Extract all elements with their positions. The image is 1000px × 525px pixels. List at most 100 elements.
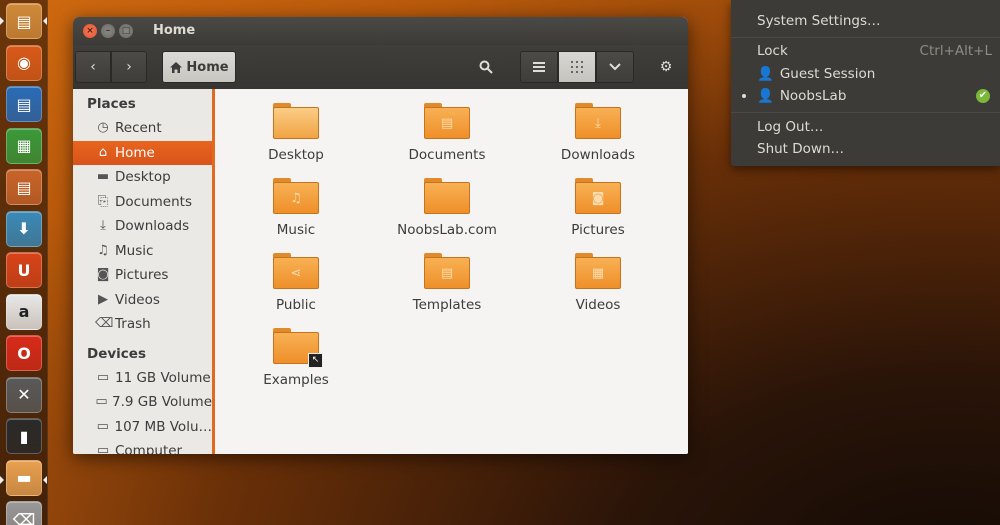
sidebar-item-label: Home <box>115 144 155 161</box>
file-label: Pictures <box>571 222 625 238</box>
opera-launcher[interactable]: O <box>6 335 42 371</box>
file-item-downloads[interactable]: ⤓ Downloads <box>533 103 663 163</box>
software-center-launcher[interactable]: ⬇ <box>6 210 42 247</box>
file-item-music[interactable]: ♫ Music <box>231 178 361 238</box>
folder-icon <box>424 178 470 214</box>
maximize-button[interactable]: □ <box>119 24 133 38</box>
system-settings-menu-item[interactable]: System Settings… <box>757 10 881 32</box>
sidebar: Places ◷ Recent ⌂ Home ▬ Desktop ⎘ Documents ⤓ Do… <box>73 89 215 454</box>
sidebar-item-label: Videos <box>115 291 160 308</box>
calc-launcher[interactable]: ▦ <box>6 127 42 164</box>
sidebar-item-trash[interactable]: ⌫ Trash <box>73 312 212 337</box>
close-button[interactable]: × <box>83 24 97 38</box>
folder-icon: ◙ <box>575 178 621 214</box>
sidebar-item-label: Documents <box>115 193 192 210</box>
drive-icon: ▭ <box>95 394 108 409</box>
writer-launcher[interactable]: ▤ <box>6 86 42 122</box>
folder-icon: ↖ <box>273 328 323 368</box>
file-label: NoobsLab.com <box>397 222 497 238</box>
file-label: Documents <box>408 147 486 163</box>
terminal-launcher[interactable]: ▮ <box>6 418 42 454</box>
folder-glyph: ◙ <box>575 182 621 214</box>
log-out-menu-item[interactable]: Log Out… <box>757 116 823 138</box>
folder-glyph: ▤ <box>424 107 470 139</box>
back-button[interactable]: ‹ <box>75 51 111 83</box>
file-manager-window: × – □ Home ‹ › Home ⚙ Places ◷ Recent ⌂ Hom… <box>73 17 688 454</box>
sidebar-item-music[interactable]: ♫ Music <box>73 239 212 264</box>
home-icon: ⌂ <box>98 144 108 160</box>
user-icon: 👤 <box>757 88 774 104</box>
folder-glyph: ♫ <box>273 182 319 214</box>
shut-down-menu-item[interactable]: Shut Down… <box>757 138 844 160</box>
sidebar-item-label: Pictures <box>115 267 169 283</box>
file-item-pictures[interactable]: ◙ Pictures <box>533 178 663 238</box>
sidebar-item-pictures[interactable]: ◙ Pictures <box>73 263 212 288</box>
current-user-indicator <box>742 94 746 98</box>
sidebar-item-7-9-gb-volume[interactable]: ▭ 7.9 GB Volume <box>73 390 212 415</box>
sidebar-item-computer[interactable]: ▭ Computer <box>73 439 212 454</box>
folder-icon: ♫ <box>273 178 319 214</box>
chevron-down-icon <box>609 63 621 71</box>
title-bar[interactable]: × – □ Home <box>73 17 688 45</box>
sidebar-item-videos[interactable]: ▶ Videos <box>73 288 212 313</box>
home-folder-launcher[interactable]: ▬ <box>6 459 42 496</box>
folder-icon: ⤓ <box>575 103 621 139</box>
trash-icon: ⌫ <box>95 316 114 331</box>
file-item-noobslab-com[interactable]: NoobsLab.com <box>382 178 512 238</box>
search-button[interactable] <box>469 51 503 83</box>
path-bar-home-button[interactable]: Home <box>162 51 236 83</box>
folder-glyph: ⋖ <box>273 257 319 289</box>
lock-shortcut: Ctrl+Alt+L <box>919 43 992 59</box>
sidebar-item-recent[interactable]: ◷ Recent <box>73 116 212 141</box>
download-icon: ⤓ <box>100 218 106 233</box>
ubuntu-one-launcher[interactable]: U <box>6 252 42 288</box>
sidebar-item-desktop[interactable]: ▬ Desktop <box>73 165 212 190</box>
minimize-button[interactable]: – <box>101 24 115 38</box>
search-icon <box>479 60 493 74</box>
guest-session-menu-item[interactable]: 👤 Guest Session <box>757 63 875 85</box>
current-user-label: NoobsLab <box>779 88 847 104</box>
focused-indicator <box>43 17 47 25</box>
session-indicator-menu: System Settings… Lock Ctrl+Alt+L 👤 Guest … <box>731 0 1000 166</box>
trash-launcher[interactable]: ⌫ <box>6 501 42 525</box>
firefox-launcher[interactable]: ◉ <box>6 44 42 81</box>
file-label: Examples <box>263 372 329 388</box>
grid-view-button[interactable] <box>558 51 596 83</box>
system-tools-launcher[interactable]: ✕ <box>6 376 42 413</box>
home-icon <box>170 61 183 73</box>
impress-launcher[interactable]: ▤ <box>6 169 42 205</box>
sidebar-item-documents[interactable]: ⎘ Documents <box>73 190 212 215</box>
symlink-emblem-icon: ↖ <box>308 353 323 368</box>
sidebar-item-downloads[interactable]: ⤓ Downloads <box>73 214 212 239</box>
sidebar-item-label: Recent <box>115 120 162 136</box>
places-list: ◷ Recent ⌂ Home ▬ Desktop ⎘ Documents ⤓ Downloads… <box>73 116 212 337</box>
file-item-examples[interactable]: ↖ Examples <box>231 328 361 388</box>
computer-icon: ▭ <box>96 443 110 454</box>
files-launcher[interactable]: ▤ <box>6 3 42 39</box>
view-options-dropdown[interactable] <box>596 51 634 83</box>
file-item-public[interactable]: ⋖ Public <box>231 253 361 313</box>
list-view-button[interactable] <box>520 51 558 83</box>
list-icon <box>533 62 545 72</box>
toolbar: ‹ › Home ⚙ <box>73 45 688 89</box>
amazon-launcher[interactable]: a <box>6 293 42 330</box>
file-label: Videos <box>575 297 621 313</box>
file-item-templates[interactable]: ▤ Templates <box>382 253 512 313</box>
file-item-videos[interactable]: ▦ Videos <box>533 253 663 313</box>
file-item-desktop[interactable]: Desktop <box>231 103 361 163</box>
folder-glyph: ▤ <box>424 257 470 289</box>
sidebar-item-11-gb-volume[interactable]: ▭ 11 GB Volume <box>73 366 212 391</box>
settings-button[interactable]: ⚙ <box>649 51 683 83</box>
sidebar-item-home[interactable]: ⌂ Home <box>73 140 212 165</box>
launcher: ▤ ◉ ▤ ▦ ▤ ⬇ Ua O ✕ ▮ ▬ ⌫ <box>0 0 48 525</box>
music-icon: ♫ <box>97 242 109 258</box>
forward-button[interactable]: › <box>111 51 147 83</box>
desktop-icon: ▬ <box>96 169 110 184</box>
current-user-menu-item[interactable]: 👤 NoobsLab <box>757 85 846 107</box>
sidebar-item-label: Desktop <box>115 169 171 185</box>
sidebar-item-label: Music <box>115 242 154 259</box>
file-label: Downloads <box>560 147 636 163</box>
file-item-documents[interactable]: ▤ Documents <box>382 103 512 163</box>
gear-icon: ⚙ <box>659 59 673 75</box>
sidebar-item-107-mb-volu[interactable]: ▭ 107 MB Volu… <box>73 415 212 440</box>
